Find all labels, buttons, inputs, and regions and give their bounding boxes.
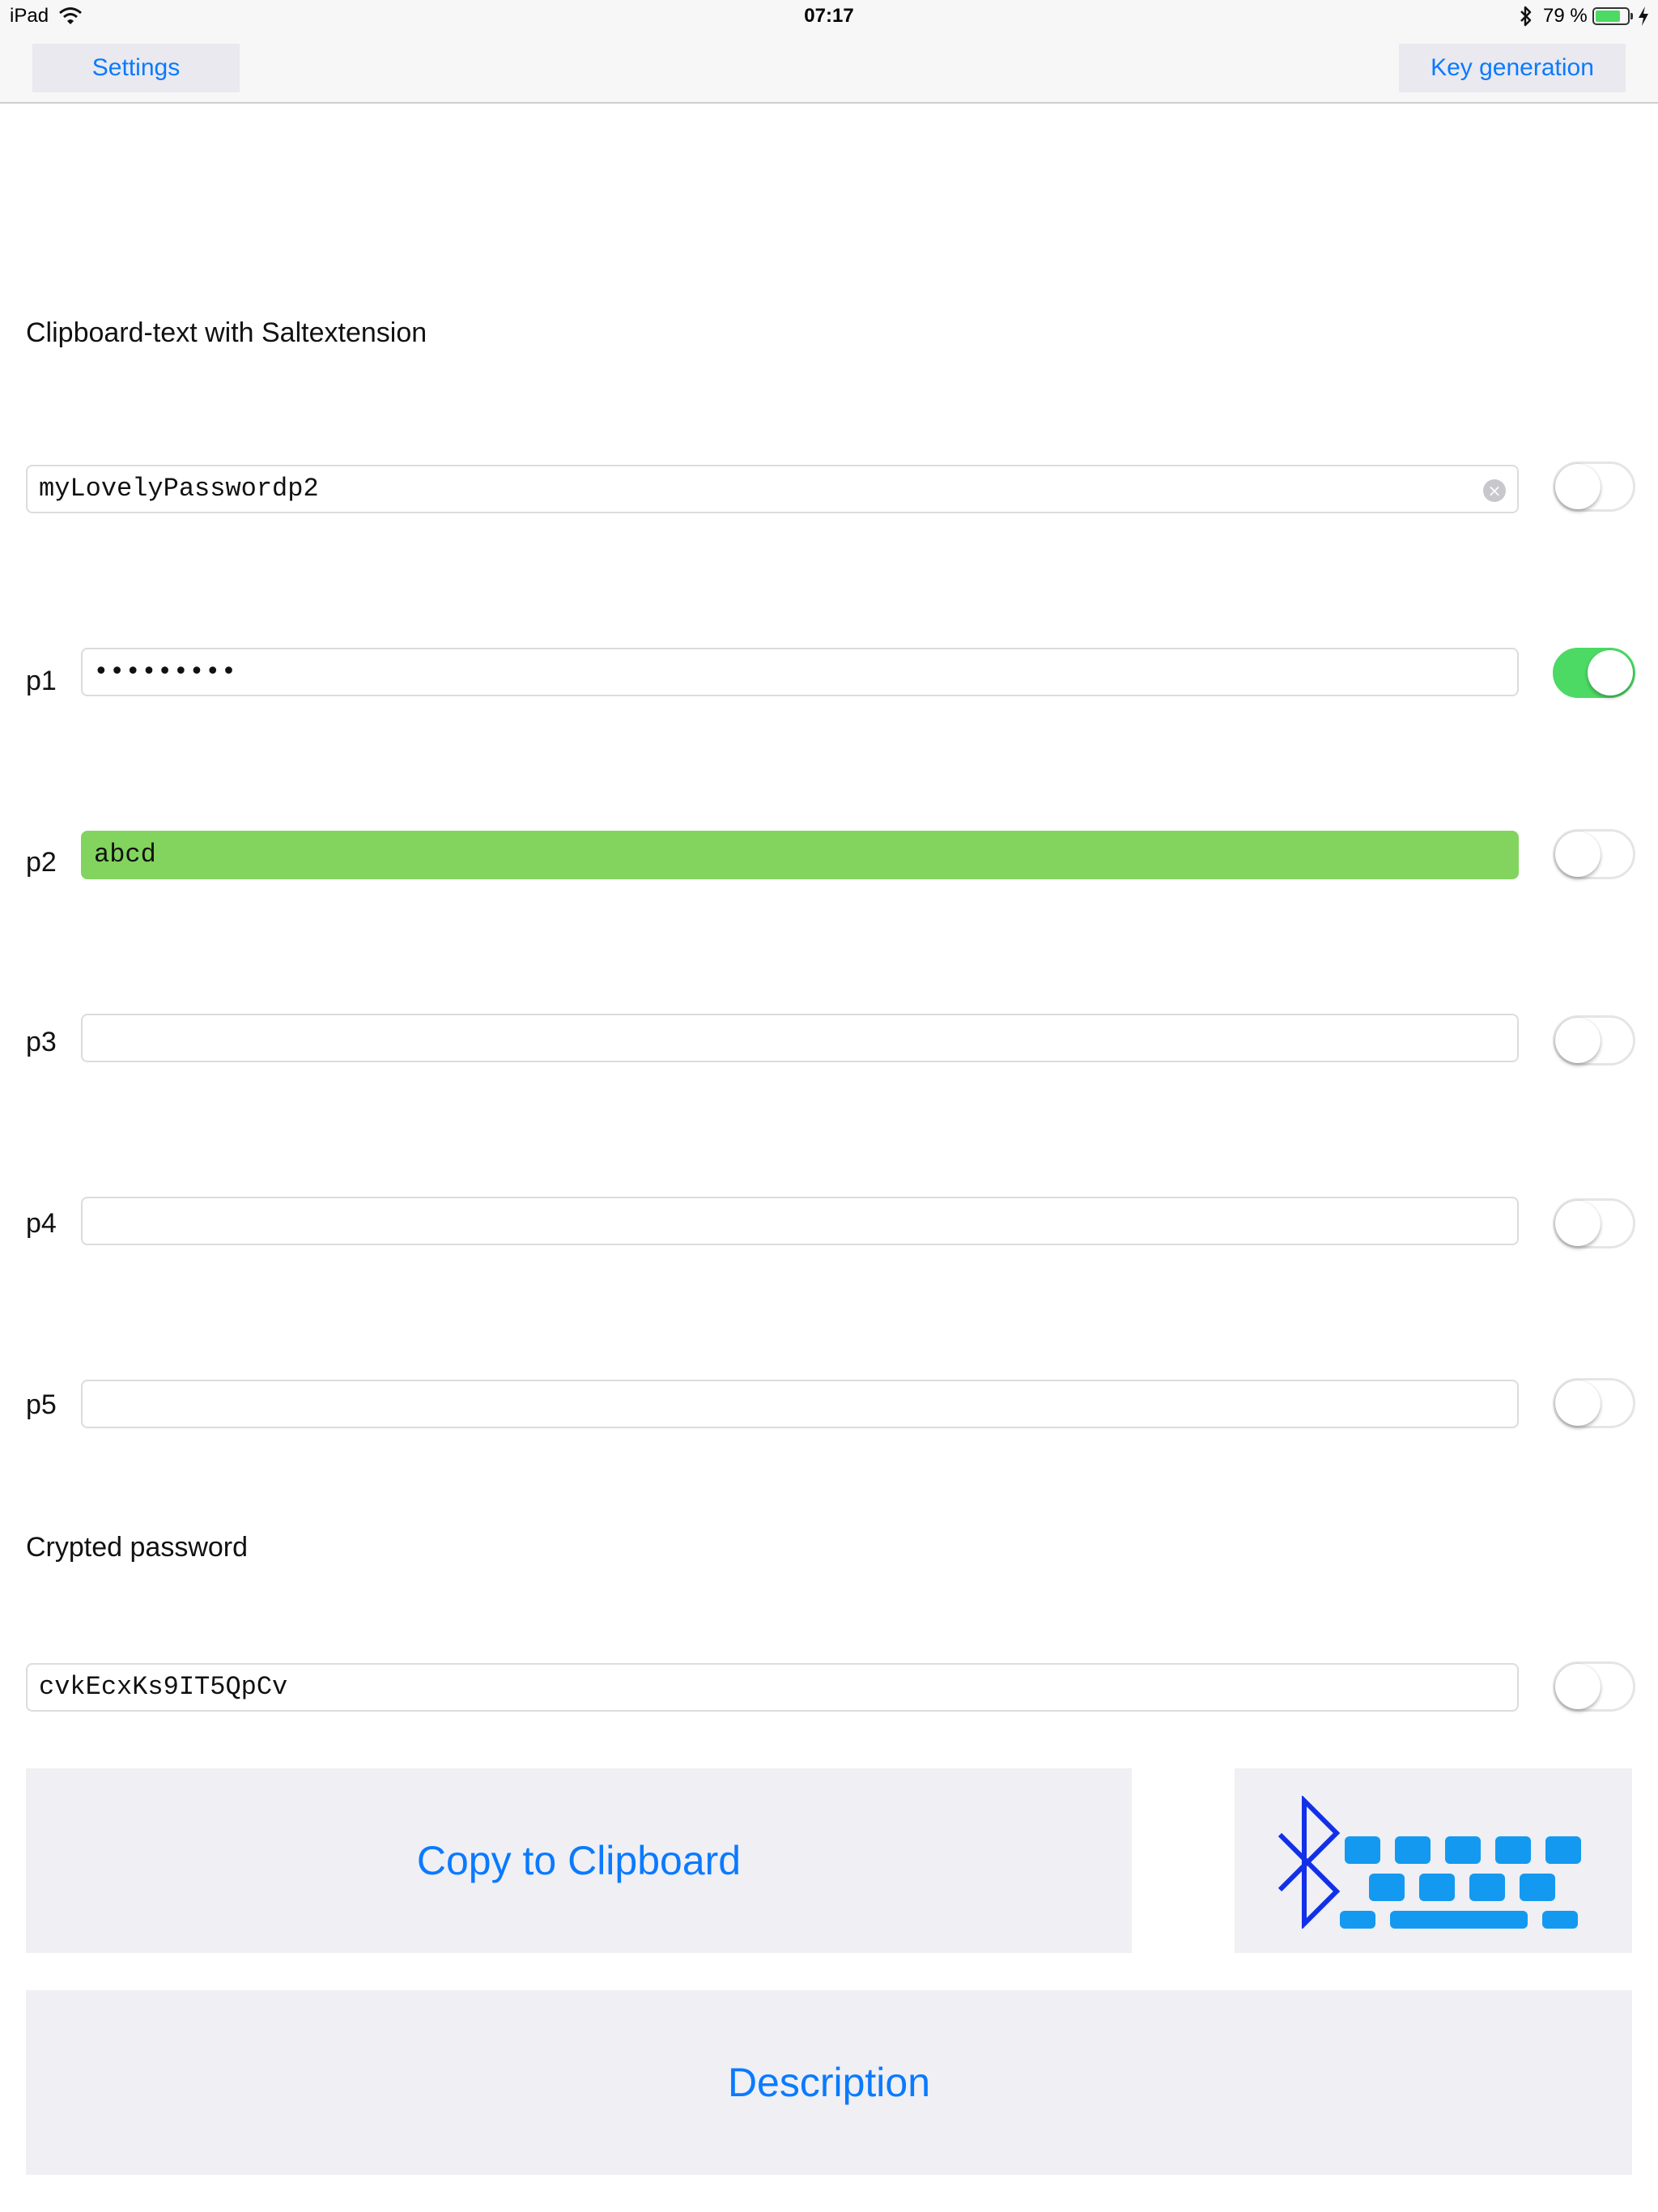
salt-text-field[interactable]: myLovelyPasswordp2 bbox=[26, 465, 1519, 513]
battery-percentage: 79 % bbox=[1543, 5, 1588, 27]
param-field-p4[interactable] bbox=[81, 1197, 1519, 1245]
status-time: 07:17 bbox=[804, 5, 854, 27]
toggle-knob bbox=[1555, 1664, 1601, 1709]
param-toggle-p3[interactable] bbox=[1553, 1015, 1635, 1066]
param-value-p1: ••••••••• bbox=[94, 657, 238, 686]
status-bar: iPad 07:17 79 % bbox=[0, 0, 1658, 32]
param-field-p5[interactable] bbox=[81, 1380, 1519, 1428]
settings-button[interactable]: Settings bbox=[32, 44, 240, 92]
param-toggle-p4[interactable] bbox=[1553, 1198, 1635, 1249]
charging-icon bbox=[1637, 6, 1650, 31]
crypted-password-value: cvkEcxKs9IT5QpCv bbox=[39, 1672, 288, 1702]
crypted-toggle[interactable] bbox=[1553, 1661, 1635, 1712]
param-label-p2: p2 bbox=[26, 847, 57, 878]
key-generation-button[interactable]: Key generation bbox=[1399, 44, 1626, 92]
battery-icon bbox=[1592, 7, 1630, 25]
param-label-p3: p3 bbox=[26, 1027, 57, 1057]
param-field-p2[interactable]: abcd bbox=[81, 831, 1519, 879]
salt-text-value: myLovelyPasswordp2 bbox=[39, 474, 319, 504]
param-label-p1: p1 bbox=[26, 666, 57, 696]
param-value-p2: abcd bbox=[94, 840, 156, 870]
param-toggle-p5[interactable] bbox=[1553, 1378, 1635, 1428]
bluetooth-keyboard-button[interactable] bbox=[1235, 1768, 1632, 1953]
param-label-p5: p5 bbox=[26, 1389, 57, 1420]
toggle-knob bbox=[1555, 1201, 1601, 1246]
clear-icon[interactable]: × bbox=[1483, 479, 1506, 502]
description-button[interactable]: Description bbox=[26, 1990, 1632, 2175]
toggle-knob bbox=[1555, 464, 1601, 509]
toggle-knob bbox=[1555, 1018, 1601, 1063]
bluetooth-keyboard-icon bbox=[1278, 1796, 1581, 1929]
param-label-p4: p4 bbox=[26, 1208, 57, 1239]
param-field-p1[interactable]: ••••••••• bbox=[81, 648, 1519, 696]
bluetooth-icon bbox=[1519, 5, 1533, 32]
salt-section-title: Clipboard-text with Saltextension bbox=[26, 317, 427, 348]
param-field-p3[interactable] bbox=[81, 1014, 1519, 1062]
toggle-knob bbox=[1588, 650, 1633, 696]
toggle-knob bbox=[1555, 832, 1601, 877]
param-toggle-p1[interactable] bbox=[1553, 648, 1635, 698]
param-toggle-p2[interactable] bbox=[1553, 829, 1635, 879]
battery-fill bbox=[1596, 11, 1620, 22]
toggle-knob bbox=[1555, 1380, 1601, 1426]
battery-terminal bbox=[1630, 13, 1633, 19]
crypted-password-field[interactable]: cvkEcxKs9IT5QpCv bbox=[26, 1663, 1519, 1712]
crypted-section-title: Crypted password bbox=[26, 1532, 249, 1563]
salt-toggle[interactable] bbox=[1553, 462, 1635, 512]
copy-to-clipboard-button[interactable]: Copy to Clipboard bbox=[26, 1768, 1132, 1953]
